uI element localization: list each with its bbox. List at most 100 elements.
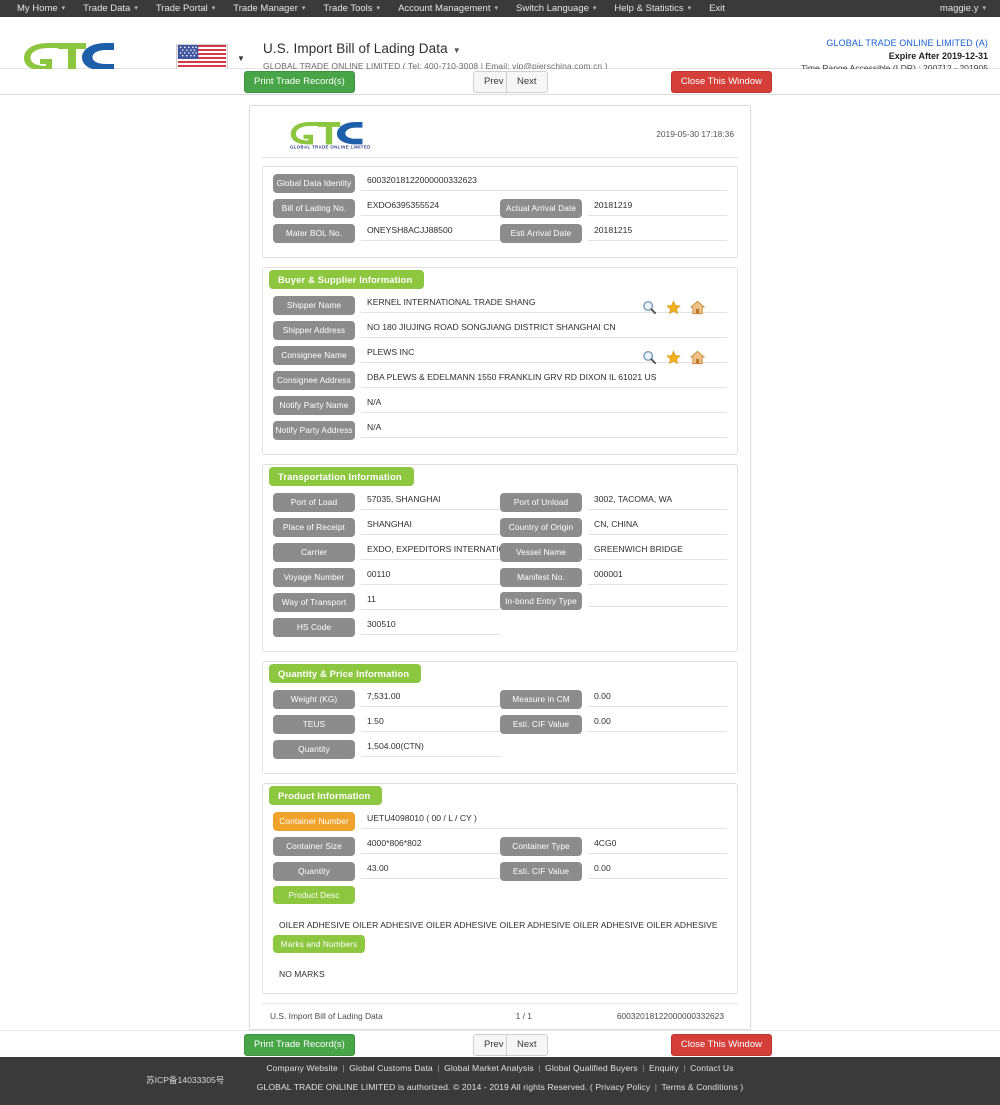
transportation-rows: Port of Load 57035, SHANGHAI Port of Unloa… xyxy=(273,492,727,642)
document-footer: U.S. Import Bill of Lading Data 1 / 1 60… xyxy=(262,1003,738,1021)
field-cell: Esti. CIF Value 0.00 xyxy=(500,714,727,735)
footer-link-terms-conditions[interactable]: Terms & Conditions xyxy=(662,1082,738,1092)
footer-link-global-customs-data[interactable]: Global Customs Data xyxy=(349,1063,433,1073)
field-cell: Shipper Address NO 180 JIUJING ROAD SONGJ… xyxy=(273,320,727,341)
account-company-name: GLOBAL TRADE ONLINE LIMITED (A) xyxy=(826,38,988,48)
label-actual-arrival-date: Actual Arrival Date xyxy=(500,199,582,218)
menu-item-trade-tools[interactable]: Trade Tools ▾ xyxy=(314,0,389,18)
field-row: Mater BOL No. ONEYSH8ACJJ88500 Esti Arriva… xyxy=(273,223,727,248)
menu-item-account-management[interactable]: Account Management ▾ xyxy=(389,0,507,18)
field-row: Container Size 4000*806*802 Container Type… xyxy=(273,836,727,861)
container-number-value: UETU4098010 ( 00 / L / CY ) xyxy=(361,811,727,829)
field-cell: Quantity 43.00 xyxy=(273,861,500,882)
value-carrier: EXDO, EXPEDITORS INTERNATIONAL xyxy=(361,542,500,560)
home-icon[interactable] xyxy=(690,300,705,315)
label-hs-code: HS Code xyxy=(273,618,355,637)
menu-item-trade-manager[interactable]: Trade Manager ▾ xyxy=(224,0,314,18)
footer-link-company-website[interactable]: Company Website xyxy=(266,1063,338,1073)
menu-item-switch-language[interactable]: Switch Language ▾ xyxy=(507,0,605,18)
close-window-button-bottom[interactable]: Close This Window xyxy=(670,1034,772,1056)
toolbar-bottom: Print Trade Record(s) Prev Next Close Th… xyxy=(0,1030,1000,1057)
document-footer-title: U.S. Import Bill of Lading Data xyxy=(270,1011,383,1021)
transportation-title: Transportation Information xyxy=(269,467,414,486)
label-way-of-transport: Way of Transport xyxy=(273,593,355,612)
value-quantity: 43.00 xyxy=(361,861,500,879)
field-cell: Global Data Identity 60032018122000000332… xyxy=(273,173,727,194)
field-cell: Voyage Number 00110 xyxy=(273,567,500,588)
field-cell: Esti. CIF Value 0.00 xyxy=(500,861,727,882)
value-esti-arrival-date: 20181215 xyxy=(588,223,727,241)
label-esti-cif-value: Esti. CIF Value xyxy=(500,862,582,881)
value-consignee-address: DBA PLEWS & EDELMANN 1550 FRANKLIN GRV R… xyxy=(361,370,727,388)
field-cell: Container Size 4000*806*802 xyxy=(273,836,500,857)
field-row: Consignee Name PLEWS INC xyxy=(273,345,727,370)
identity-section: Global Data Identity 60032018122000000332… xyxy=(262,166,738,258)
field-row: Consignee Address DBA PLEWS & EDELMANN 15… xyxy=(273,370,727,395)
star-icon[interactable] xyxy=(666,350,681,365)
marks-label-row: Marks and Numbers xyxy=(273,935,727,960)
label-global-data-identity: Global Data Identity xyxy=(273,174,355,193)
field-cell: Port of Load 57035, SHANGHAI xyxy=(273,492,500,513)
page-title: U.S. Import Bill of Lading Data ▼ xyxy=(263,41,461,56)
country-flag-selector[interactable]: ▼ xyxy=(176,44,245,72)
value-way-of-transport: 11 xyxy=(361,592,500,610)
label-voyage-number: Voyage Number xyxy=(273,568,355,587)
menu-item-help-statistics[interactable]: Help & Statistics ▾ xyxy=(605,0,700,18)
label-bill-of-lading-no: Bill of Lading No. xyxy=(273,199,355,218)
field-cell: Port of Unload 3002, TACOMA, WA xyxy=(500,492,727,513)
chevron-down-icon[interactable]: ▼ xyxy=(453,46,461,55)
field-cell: HS Code 300510 xyxy=(273,617,500,638)
menu-item-label: Account Management xyxy=(398,2,491,14)
field-cell: Actual Arrival Date 20181219 xyxy=(500,198,727,219)
menu-item-my-home[interactable]: My Home ▾ xyxy=(8,0,74,18)
field-cell: Measure in CM 0.00 xyxy=(500,689,727,710)
label-port-of-unload: Port of Unload xyxy=(500,493,582,512)
menu-item-exit[interactable]: Exit xyxy=(700,0,734,17)
page-title-block: U.S. Import Bill of Lading Data ▼ GLOBAL … xyxy=(263,41,608,71)
label-shipper-name: Shipper Name xyxy=(273,296,355,315)
value-port-of-load: 57035, SHANGHAI xyxy=(361,492,500,510)
field-row: Carrier EXDO, EXPEDITORS INTERNATIONALVes… xyxy=(273,542,727,567)
close-window-button[interactable]: Close This Window xyxy=(670,71,772,93)
chevron-down-icon: ▾ xyxy=(134,4,138,12)
product-desc-value: OILER ADHESIVE OILER ADHESIVE OILER ADHE… xyxy=(279,920,718,930)
label-notify-party-name: Notify Party Name xyxy=(273,396,355,415)
user-account-menu[interactable]: maggie.y ▾ xyxy=(940,0,986,18)
footer-link-global-market-analysis[interactable]: Global Market Analysis xyxy=(444,1063,534,1073)
search-icon[interactable] xyxy=(642,350,657,365)
footer-link-contact-us[interactable]: Contact Us xyxy=(690,1063,734,1073)
bill-of-lading-document: GLOBAL TRADE ONLINE LIMITED 2019-05-30 1… xyxy=(249,105,751,1030)
menu-item-trade-data[interactable]: Trade Data ▾ xyxy=(74,0,147,18)
search-icon[interactable] xyxy=(642,300,657,315)
print-trade-records-button[interactable]: Print Trade Record(s) xyxy=(244,71,355,93)
menu-item-label: Trade Portal xyxy=(155,2,208,14)
top-menu-bar: My Home ▾ Trade Data ▾ Trade Portal ▾ Trade Ma… xyxy=(0,0,1000,17)
field-row: TEUS 1.50 Esti. CIF Value 0.00 xyxy=(273,714,727,739)
chevron-down-icon: ▼ xyxy=(237,53,245,63)
chevron-down-icon: ▾ xyxy=(494,4,498,12)
container-number-row: Container Number UETU4098010 ( 00 / L / … xyxy=(273,811,727,836)
footer-link-global-qualified-buyers[interactable]: Global Qualified Buyers xyxy=(545,1063,638,1073)
field-row: Quantity 43.00 Esti. CIF Value 0.00 xyxy=(273,861,727,886)
label-teus: TEUS xyxy=(273,715,355,734)
label-vessel-name: Vessel Name xyxy=(500,543,582,562)
field-row: Place of Receipt SHANGHAI Country of Origi… xyxy=(273,517,727,542)
footer-links: Company Website | Global Customs Data | … xyxy=(0,1063,1000,1073)
field-cell: Carrier EXDO, EXPEDITORS INTERNATIONAL xyxy=(273,542,500,563)
toolbar-top: Print Trade Record(s) Prev Next Close Th… xyxy=(0,69,1000,95)
next-button-bottom[interactable]: Next xyxy=(506,1034,548,1056)
label-place-of-receipt: Place of Receipt xyxy=(273,518,355,537)
footer-link-privacy-policy[interactable]: Privacy Policy xyxy=(595,1082,650,1092)
page-header: GLOBAL TRADE ONLINE LIMITED ▼ xyxy=(0,17,1000,77)
transportation-section: Transportation Information Port of Load 5… xyxy=(262,464,738,652)
next-button[interactable]: Next xyxy=(506,71,548,93)
container-number-cell: Container Number UETU4098010 ( 00 / L / … xyxy=(273,811,727,832)
label-weight-kg: Weight (KG) xyxy=(273,690,355,709)
document-page-number: 1 / 1 xyxy=(515,1011,532,1021)
home-icon[interactable] xyxy=(690,350,705,365)
menu-item-trade-portal[interactable]: Trade Portal ▾ xyxy=(147,0,224,18)
footer-separator: | xyxy=(639,1063,647,1073)
print-trade-records-button-bottom[interactable]: Print Trade Record(s) xyxy=(244,1034,355,1056)
footer-link-enquiry[interactable]: Enquiry xyxy=(649,1063,679,1073)
star-icon[interactable] xyxy=(666,300,681,315)
